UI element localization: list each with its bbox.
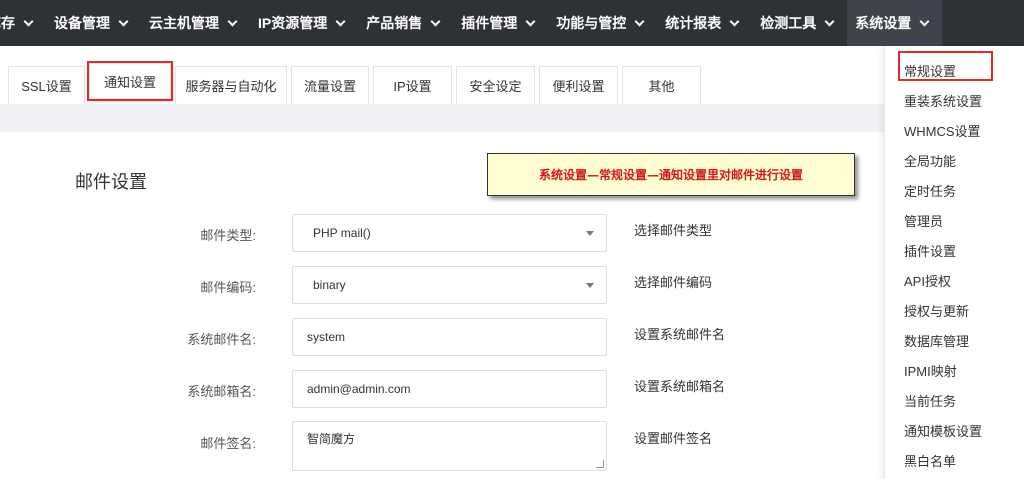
system-mail-name-label: 系统邮件名: xyxy=(187,332,256,347)
mail-type-label: 邮件类型: xyxy=(200,228,256,243)
nav-item-ip-resource-management[interactable]: IP资源管理 xyxy=(258,0,346,46)
tab-label: 便利设置 xyxy=(552,79,605,94)
chevron-down-icon xyxy=(824,16,835,26)
dropdown-item-reinstall-settings[interactable]: 重装系统设置 xyxy=(904,91,982,110)
chevron-down-icon xyxy=(919,16,930,26)
mail-signature-textarea[interactable]: 智简魔方 xyxy=(292,421,607,471)
tab-server-automation[interactable]: 服务器与自动化 xyxy=(175,66,287,104)
mail-type-select[interactable]: PHP mail() xyxy=(292,214,607,252)
nav-item-product-sales[interactable]: 产品销售 xyxy=(366,0,441,46)
mail-encoding-hint: 选择邮件编码 xyxy=(634,275,713,290)
system-mail-name-input[interactable]: system xyxy=(292,318,607,356)
caret-down-icon xyxy=(586,283,594,288)
dropdown-item-notification-templates[interactable]: 通知模板设置 xyxy=(904,421,982,440)
tab-label: 通知设置 xyxy=(103,74,156,90)
system-mailbox-value: admin@admin.com xyxy=(307,382,411,396)
nav-item-label: 功能与管控 xyxy=(556,15,627,31)
system-mail-name-hint: 设置系统邮件名 xyxy=(634,327,726,342)
resize-grip-icon[interactable] xyxy=(596,460,604,468)
dropdown-item-global-features[interactable]: 全局功能 xyxy=(904,151,956,170)
mail-signature-label: 邮件签名: xyxy=(200,436,256,451)
dropdown-item-scheduled-tasks[interactable]: 定时任务 xyxy=(904,181,956,200)
mail-encoding-label: 邮件编码: xyxy=(200,280,256,295)
nav-item-system-settings[interactable]: 系统设置 xyxy=(847,0,943,46)
nav-item-inventory[interactable]: 库存 xyxy=(0,0,34,46)
chevron-down-icon xyxy=(227,16,238,26)
tab-convenience-settings[interactable]: 便利设置 xyxy=(539,66,618,104)
system-settings-dropdown: 常规设置 重装系统设置 WHMCS设置 全局功能 定时任务 管理员 插件设置 A… xyxy=(884,46,1024,479)
mail-encoding-value: binary xyxy=(313,278,346,292)
tab-traffic-settings[interactable]: 流量设置 xyxy=(291,66,369,104)
nav-item-label: 系统设置 xyxy=(855,15,912,31)
nav-item-detection-tools[interactable]: 检测工具 xyxy=(760,0,835,46)
tab-label: SSL设置 xyxy=(21,79,72,94)
system-mailbox-input[interactable]: admin@admin.com xyxy=(292,370,607,408)
tab-other[interactable]: 其他 xyxy=(622,66,701,104)
tab-notification-settings[interactable]: 通知设置 xyxy=(87,61,173,101)
dropdown-item-current-tasks[interactable]: 当前任务 xyxy=(904,391,956,410)
section-title: 邮件设置 xyxy=(75,172,147,192)
tab-label: 流量设置 xyxy=(303,79,356,94)
tab-content-header-strip xyxy=(0,104,884,132)
tab-ssl-settings[interactable]: SSL设置 xyxy=(8,66,85,104)
nav-item-label: 设备管理 xyxy=(54,15,110,31)
chevron-down-icon xyxy=(729,16,740,26)
mail-signature-value: 智简魔方 xyxy=(307,432,356,446)
mail-type-hint: 选择邮件类型 xyxy=(634,223,713,238)
tab-ip-settings[interactable]: IP设置 xyxy=(373,66,452,104)
nav-item-features-control[interactable]: 功能与管控 xyxy=(556,0,645,46)
annotation-callout: 系统设置—常规设置—通知设置里对邮件进行设置 xyxy=(487,153,855,196)
tab-label: 服务器与自动化 xyxy=(185,79,277,94)
nav-item-label: 产品销售 xyxy=(366,15,423,31)
dropdown-item-license-updates[interactable]: 授权与更新 xyxy=(904,301,969,320)
dropdown-item-api-authorization[interactable]: API授权 xyxy=(904,271,951,290)
nav-item-label: 检测工具 xyxy=(760,15,817,31)
tab-security-settings[interactable]: 安全设定 xyxy=(456,66,535,104)
dropdown-item-database-management[interactable]: 数据库管理 xyxy=(904,331,969,350)
dropdown-item-general-settings[interactable]: 常规设置 xyxy=(904,61,956,80)
system-mailbox-label: 系统邮箱名: xyxy=(187,384,256,399)
tab-label: IP设置 xyxy=(393,79,432,94)
top-navigation: 库存 设备管理 云主机管理 IP资源管理 产品销售 插件管理 功能与管控 统计报… xyxy=(0,0,1024,46)
settings-tab-bar: SSL设置 通知设置 服务器与自动化 流量设置 IP设置 安全设定 便利设置 其… xyxy=(0,46,884,104)
chevron-down-icon xyxy=(118,16,129,26)
nav-item-label: 库存 xyxy=(0,15,15,31)
nav-item-label: IP资源管理 xyxy=(258,15,328,31)
dropdown-item-blacklist-whitelist[interactable]: 黑白名单 xyxy=(904,451,956,470)
system-mail-name-value: system xyxy=(307,330,346,344)
dropdown-item-whmcs-settings[interactable]: WHMCS设置 xyxy=(904,121,981,140)
chevron-down-icon xyxy=(23,16,34,26)
chevron-down-icon xyxy=(335,16,346,26)
chevron-down-icon xyxy=(525,16,536,26)
mail-encoding-select[interactable]: binary xyxy=(292,266,607,304)
nav-item-label: 统计报表 xyxy=(665,15,722,31)
nav-item-plugin-management[interactable]: 插件管理 xyxy=(461,0,536,46)
nav-item-label: 插件管理 xyxy=(461,15,518,31)
tab-label: 安全设定 xyxy=(469,79,522,94)
nav-item-statistics-reports[interactable]: 统计报表 xyxy=(665,0,740,46)
nav-item-device-management[interactable]: 设备管理 xyxy=(54,0,129,46)
chevron-down-icon xyxy=(634,16,645,26)
chevron-down-icon xyxy=(430,16,441,26)
dropdown-item-ipmi-mapping[interactable]: IPMI映射 xyxy=(904,361,957,380)
mail-type-value: PHP mail() xyxy=(313,226,371,240)
mail-signature-hint: 设置邮件签名 xyxy=(634,431,713,446)
tab-label: 其他 xyxy=(648,79,675,94)
caret-down-icon xyxy=(586,231,594,236)
dropdown-item-plugin-settings[interactable]: 插件设置 xyxy=(904,241,956,260)
dropdown-item-administrators[interactable]: 管理员 xyxy=(904,211,943,230)
system-mailbox-hint: 设置系统邮箱名 xyxy=(634,379,726,394)
nav-item-cloud-host-management[interactable]: 云主机管理 xyxy=(149,0,238,46)
nav-item-label: 云主机管理 xyxy=(149,15,219,31)
